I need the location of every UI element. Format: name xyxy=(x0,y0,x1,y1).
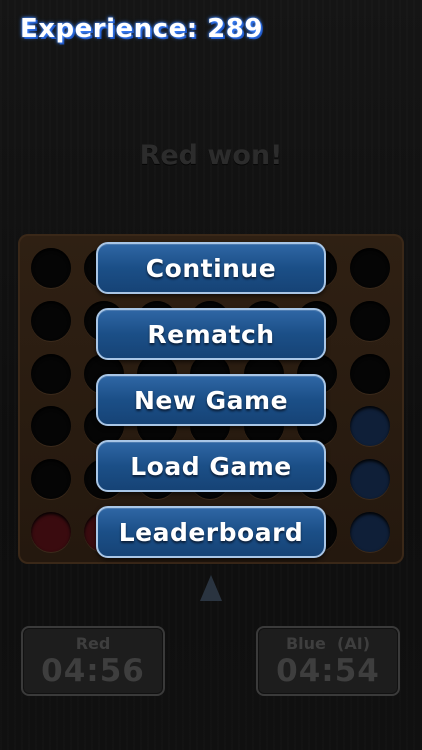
rematch-button[interactable]: Rematch xyxy=(96,308,326,360)
red-disc xyxy=(31,512,71,552)
red-player-name: Red xyxy=(75,634,111,653)
leaderboard-button[interactable]: Leaderboard xyxy=(96,506,326,558)
board-hole xyxy=(350,301,390,341)
board-hole xyxy=(31,459,71,499)
blue-disc xyxy=(350,406,390,446)
blue-disc xyxy=(350,512,390,552)
blue-player-time: 04:54 xyxy=(276,653,380,689)
board-hole xyxy=(350,248,390,288)
red-player-timer: Red 04:56 xyxy=(21,626,165,696)
continue-button[interactable]: Continue xyxy=(96,242,326,294)
new-game-button[interactable]: New Game xyxy=(96,374,326,426)
board-hole xyxy=(31,406,71,446)
load-game-button[interactable]: Load Game xyxy=(96,440,326,492)
turn-indicator-arrow-icon xyxy=(200,575,222,601)
board-hole xyxy=(31,301,71,341)
board-hole xyxy=(350,354,390,394)
game-status: Red won! xyxy=(139,140,283,171)
red-player-time: 04:56 xyxy=(41,653,145,689)
blue-disc xyxy=(350,459,390,499)
board-hole xyxy=(31,248,71,288)
blue-player-name: Blue (AI) xyxy=(285,634,371,653)
board-hole xyxy=(31,354,71,394)
experience-label: Experience: 289 xyxy=(20,14,263,44)
blue-player-timer: Blue (AI) 04:54 xyxy=(256,626,400,696)
